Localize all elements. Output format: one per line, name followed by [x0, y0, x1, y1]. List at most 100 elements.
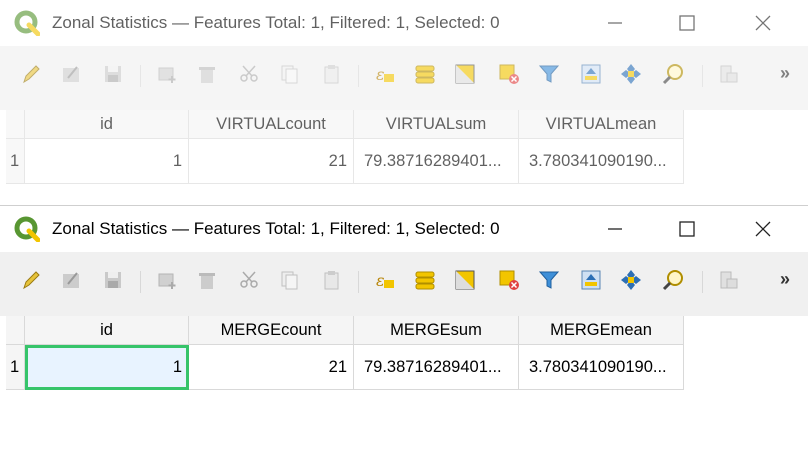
delete-feature-button[interactable] [194, 61, 220, 87]
table-cell[interactable]: 21 [188, 138, 354, 184]
invert-selection-icon [455, 270, 475, 290]
multi-edit-button[interactable] [58, 267, 84, 293]
table-cell[interactable]: 3.780341090190... [518, 344, 684, 390]
add-feature-icon [158, 67, 176, 83]
cut-button[interactable] [236, 267, 262, 293]
attribute-table-window-2: Zonal Statistics — Features Total: 1, Fi… [0, 205, 808, 456]
zoom-to-selection-button[interactable] [660, 267, 686, 293]
invert-selection-button[interactable] [452, 267, 478, 293]
table-cell[interactable]: 1 [24, 138, 189, 184]
close-icon [755, 15, 771, 31]
move-selection-top-button[interactable] [578, 61, 604, 87]
delete-feature-icon [199, 273, 215, 289]
add-feature-button[interactable] [154, 61, 180, 87]
deselect-all-button[interactable] [496, 61, 522, 87]
multi-edit-button[interactable] [58, 61, 84, 87]
move-selection-top-button[interactable] [578, 267, 604, 293]
table-cell[interactable]: 79.38716289401... [353, 344, 519, 390]
column-header[interactable]: MERGEcount [188, 316, 354, 345]
filter-icon [538, 271, 560, 289]
select-all-button[interactable] [412, 267, 438, 293]
toggle-editing-button[interactable] [18, 267, 44, 293]
title-bar: Zonal Statistics — Features Total: 1, Fi… [0, 0, 808, 46]
qgis-logo-icon [14, 216, 40, 242]
pan-to-selection-button[interactable] [618, 61, 644, 87]
cut-icon [240, 65, 258, 82]
attribute-grid: id MERGEcount MERGEsum MERGEmean 1 1 21 … [6, 316, 684, 390]
cut-button[interactable] [236, 61, 262, 87]
new-field-button[interactable] [716, 61, 742, 87]
copy-button[interactable] [276, 267, 302, 293]
close-button[interactable] [740, 8, 786, 38]
table-cell[interactable]: 21 [188, 344, 354, 390]
table-row: 1 1 21 79.38716289401... 3.780341090190.… [6, 138, 684, 184]
filter-button[interactable] [536, 61, 562, 87]
table-header-row: id VIRTUALcount VIRTUALsum VIRTUALmean [6, 110, 684, 139]
save-edits-icon [105, 66, 121, 82]
deselect-all-button[interactable] [496, 267, 522, 293]
toolbar-overflow-button[interactable]: » [780, 269, 790, 290]
delete-feature-icon [199, 67, 215, 83]
pan-to-selection-button[interactable] [618, 267, 644, 293]
column-header[interactable]: VIRTUALcount [188, 110, 354, 139]
separator [358, 65, 359, 87]
toggle-editing-button[interactable] [18, 61, 44, 87]
separator [140, 271, 141, 293]
filter-button[interactable] [536, 267, 562, 293]
column-header[interactable]: VIRTUALsum [353, 110, 519, 139]
table-row: 1 1 21 79.38716289401... 3.780341090190.… [6, 344, 684, 390]
corner-header[interactable] [6, 110, 25, 139]
toolbar-overflow-button[interactable]: » [780, 63, 790, 84]
invert-selection-button[interactable] [452, 61, 478, 87]
invert-selection-icon [455, 64, 475, 84]
add-feature-button[interactable] [154, 267, 180, 293]
table-cell[interactable]: 3.780341090190... [518, 138, 684, 184]
attribute-toolbar: ε » [0, 259, 808, 305]
attribute-toolbar: ε » [0, 53, 808, 99]
select-all-button[interactable] [412, 61, 438, 87]
delete-feature-button[interactable] [194, 267, 220, 293]
close-icon [755, 221, 771, 237]
minimize-button[interactable] [592, 8, 638, 38]
new-field-icon [720, 271, 738, 289]
copy-button[interactable] [276, 61, 302, 87]
maximize-button[interactable] [664, 214, 710, 244]
pencil-icon [23, 65, 40, 84]
zoom-to-selection-icon [662, 270, 683, 291]
close-button[interactable] [740, 214, 786, 244]
column-header[interactable]: VIRTUALmean [518, 110, 684, 139]
maximize-button[interactable] [664, 8, 710, 38]
cut-icon [240, 271, 258, 288]
attribute-table: id VIRTUALcount VIRTUALsum VIRTUALmean 1… [0, 110, 808, 200]
column-header[interactable]: MERGEsum [353, 316, 519, 345]
window-title: Zonal Statistics — Features Total: 1, Fi… [52, 13, 500, 32]
select-by-expression-button[interactable]: ε [372, 61, 398, 87]
copy-icon [281, 271, 298, 290]
paste-button[interactable] [318, 61, 344, 87]
table-cell[interactable]: 79.38716289401... [353, 138, 519, 184]
new-field-button[interactable] [716, 267, 742, 293]
maximize-icon [679, 221, 695, 237]
move-selection-top-icon [581, 64, 601, 84]
column-header[interactable]: id [24, 316, 189, 345]
corner-header[interactable] [6, 316, 25, 345]
row-header[interactable]: 1 [6, 138, 25, 184]
save-edits-button[interactable] [100, 267, 126, 293]
maximize-icon [679, 15, 695, 31]
column-header[interactable]: id [24, 110, 189, 139]
zoom-to-selection-icon [662, 64, 683, 85]
deselect-icon [499, 270, 519, 290]
window-title: Zonal Statistics — Features Total: 1, Fi… [52, 219, 500, 238]
row-header[interactable]: 1 [6, 344, 25, 390]
filter-icon [538, 65, 560, 83]
deselect-icon [499, 64, 519, 84]
minimize-button[interactable] [592, 214, 638, 244]
paste-button[interactable] [318, 267, 344, 293]
zoom-to-selection-button[interactable] [660, 61, 686, 87]
svg-text:ε: ε [376, 65, 385, 84]
minimize-icon [608, 228, 622, 230]
table-cell-selected[interactable]: 1 [24, 344, 189, 390]
select-by-expression-button[interactable]: ε [372, 267, 398, 293]
save-edits-button[interactable] [100, 61, 126, 87]
column-header[interactable]: MERGEmean [518, 316, 684, 345]
